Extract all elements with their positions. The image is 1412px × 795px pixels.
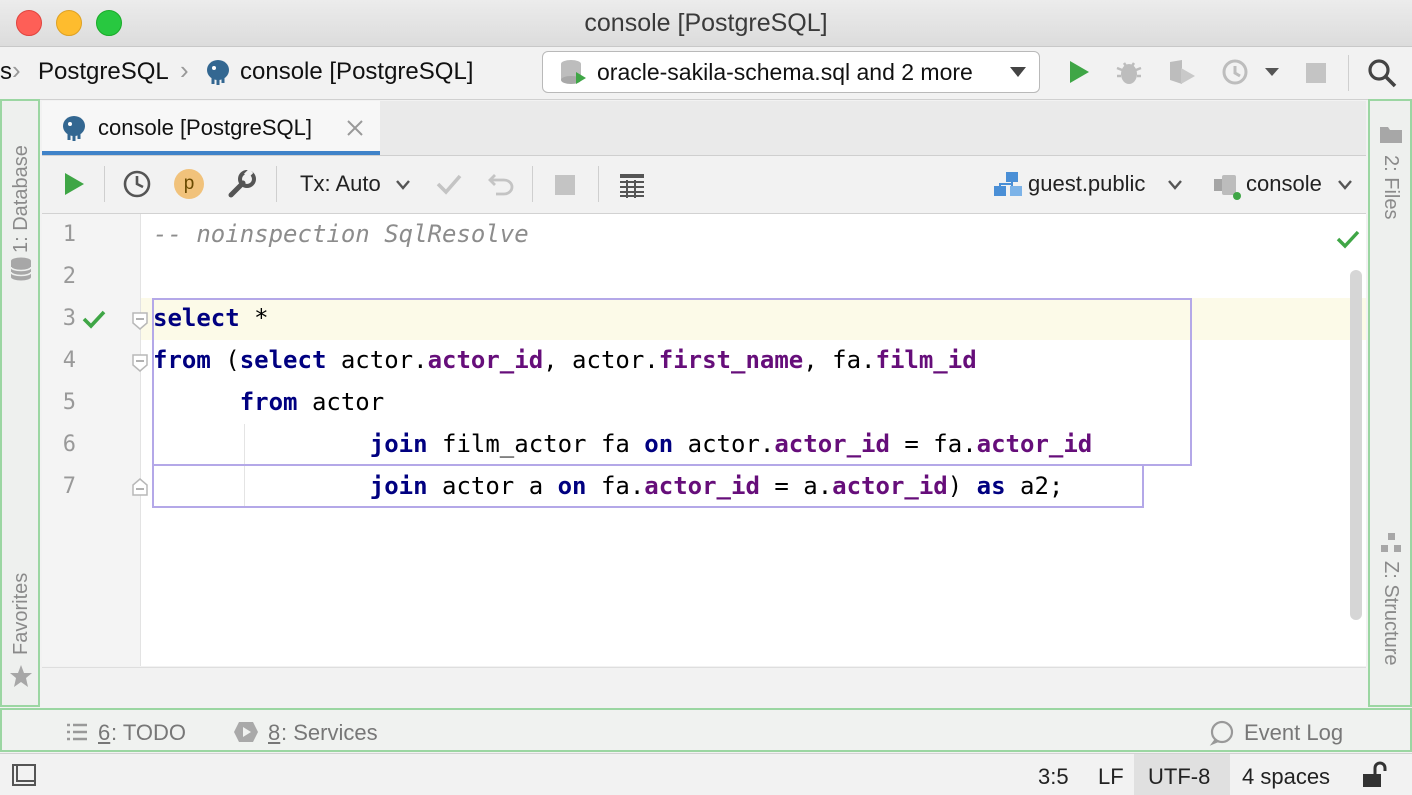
structure-tool-window-button[interactable]: Z: Structure — [1379, 561, 1402, 665]
title-bar: console [PostgreSQL] — [0, 0, 1412, 47]
execution-success-check-icon — [80, 306, 108, 332]
schema-selector[interactable]: guest.public — [1028, 171, 1145, 197]
services-tool-window-button[interactable]: : Services — [281, 720, 378, 746]
indent-setting[interactable]: 4 spaces — [1242, 764, 1330, 790]
breadcrumb-truncated[interactable]: s — [0, 58, 12, 86]
status-bar: 3:5 LF UTF-8 4 spaces — [0, 753, 1412, 795]
postgresql-elephant-icon — [204, 57, 232, 87]
line-number: 5 — [62, 390, 76, 415]
no-problems-check-icon[interactable] — [1334, 226, 1362, 252]
run-icon[interactable] — [1064, 57, 1094, 87]
file-encoding[interactable]: UTF-8 — [1148, 764, 1210, 790]
toolbar-divider — [1348, 55, 1349, 91]
vertical-scrollbar[interactable] — [1350, 270, 1362, 620]
profile-icon[interactable] — [1220, 57, 1252, 87]
code-line[interactable]: -- noinspection SqlResolve — [153, 220, 529, 248]
right-tool-window-strip: 2: Files Z: Structure — [1368, 99, 1412, 707]
fold-marker-icon[interactable] — [130, 352, 150, 374]
tab-console-postgresql[interactable]: console [PostgreSQL] — [42, 101, 380, 155]
breadcrumb-console[interactable]: console [PostgreSQL] — [240, 58, 473, 86]
toolbar-divider — [598, 166, 599, 202]
line-number: 4 — [62, 348, 76, 373]
toolbar-divider — [276, 166, 277, 202]
statement-highlight — [152, 464, 1144, 508]
results-table-icon[interactable] — [616, 170, 648, 200]
history-clock-icon[interactable] — [122, 169, 152, 199]
fold-marker-icon[interactable] — [130, 476, 150, 498]
line-number: 3 — [62, 306, 76, 331]
schema-icon — [992, 170, 1026, 200]
services-icon[interactable] — [232, 719, 260, 745]
editor-tab-bar: console [PostgreSQL] — [42, 101, 1366, 156]
tool-windows-bar: 6 : TODO 8 : Services Event Log — [0, 708, 1412, 752]
transaction-mode-dropdown[interactable]: Tx: Auto — [300, 171, 381, 197]
breadcrumb-chevron-icon: › — [180, 55, 189, 85]
line-number: 7 — [62, 474, 76, 499]
run-configuration-label: oracle-sakila-schema.sql and 2 more — [597, 59, 973, 85]
chevron-down-icon[interactable] — [1166, 178, 1184, 192]
toggle-tool-windows-icon[interactable] — [10, 762, 38, 788]
chevron-down-icon[interactable] — [1262, 65, 1282, 79]
console-toolbar: p Tx: Auto guest.public console — [42, 156, 1366, 214]
event-log-button[interactable]: Event Log — [1244, 720, 1343, 746]
todo-list-icon[interactable] — [64, 720, 90, 744]
event-log-icon[interactable] — [1208, 719, 1236, 747]
debug-icon[interactable] — [1114, 57, 1144, 87]
sql-file-icon — [557, 58, 589, 86]
session-plug-icon — [1210, 170, 1244, 202]
todo-shortcut-number[interactable]: 6 — [98, 720, 110, 746]
line-number: 6 — [62, 432, 76, 457]
breadcrumb-chevron-icon: › — [12, 55, 21, 85]
folder-icon[interactable] — [1378, 123, 1404, 145]
cancel-stop-icon[interactable] — [552, 172, 578, 198]
settings-wrench-icon[interactable] — [226, 168, 258, 200]
rollback-undo-icon[interactable] — [486, 170, 516, 198]
chevron-down-icon[interactable] — [394, 178, 412, 192]
database-tool-window-button[interactable]: 1: Database — [10, 145, 33, 253]
breadcrumb-postgresql[interactable]: PostgreSQL — [38, 58, 169, 86]
close-icon[interactable] — [344, 117, 366, 139]
fold-marker-icon[interactable] — [130, 310, 150, 332]
sql-editor[interactable]: 1 2 3 4 5 6 7 -- noinspection SqlResolve… — [42, 214, 1366, 666]
line-number: 1 — [62, 222, 76, 247]
line-separator[interactable]: LF — [1098, 764, 1124, 790]
run-with-coverage-icon[interactable] — [1166, 57, 1198, 87]
structure-icon[interactable] — [1378, 531, 1404, 555]
unlock-icon[interactable] — [1358, 760, 1388, 790]
stop-icon[interactable] — [1302, 59, 1330, 87]
editor-bottom-area — [42, 667, 1366, 708]
caret-position[interactable]: 3:5 — [1038, 764, 1069, 790]
navigation-bar: s › PostgreSQL › console [PostgreSQL] or… — [0, 47, 1412, 100]
parameters-badge-icon[interactable]: p — [174, 169, 204, 199]
todo-tool-window-button[interactable]: : TODO — [111, 720, 186, 746]
statement-highlight — [152, 298, 1192, 466]
star-icon[interactable] — [8, 663, 34, 689]
execute-icon[interactable] — [60, 170, 88, 198]
search-icon[interactable] — [1366, 57, 1398, 89]
postgresql-elephant-icon — [60, 113, 88, 143]
sql-comment: -- noinspection SqlResolve — [153, 220, 529, 248]
chevron-down-icon — [1007, 64, 1029, 80]
left-tool-window-strip: 1: Database Favorites — [0, 99, 40, 707]
run-configuration-dropdown[interactable]: oracle-sakila-schema.sql and 2 more — [542, 51, 1040, 93]
line-number: 2 — [62, 264, 76, 289]
tab-label: console [PostgreSQL] — [98, 115, 313, 140]
database-icon[interactable] — [8, 255, 34, 283]
toolbar-divider — [532, 166, 533, 202]
files-tool-window-button[interactable]: 2: Files — [1379, 155, 1402, 219]
window-title: console [PostgreSQL] — [584, 9, 828, 37]
services-shortcut-number[interactable]: 8 — [268, 720, 280, 746]
chevron-down-icon[interactable] — [1336, 178, 1354, 192]
favorites-tool-window-button[interactable]: Favorites — [10, 573, 33, 655]
session-selector[interactable]: console — [1246, 171, 1322, 197]
toolbar-divider — [104, 166, 105, 202]
commit-check-icon[interactable] — [434, 170, 464, 198]
